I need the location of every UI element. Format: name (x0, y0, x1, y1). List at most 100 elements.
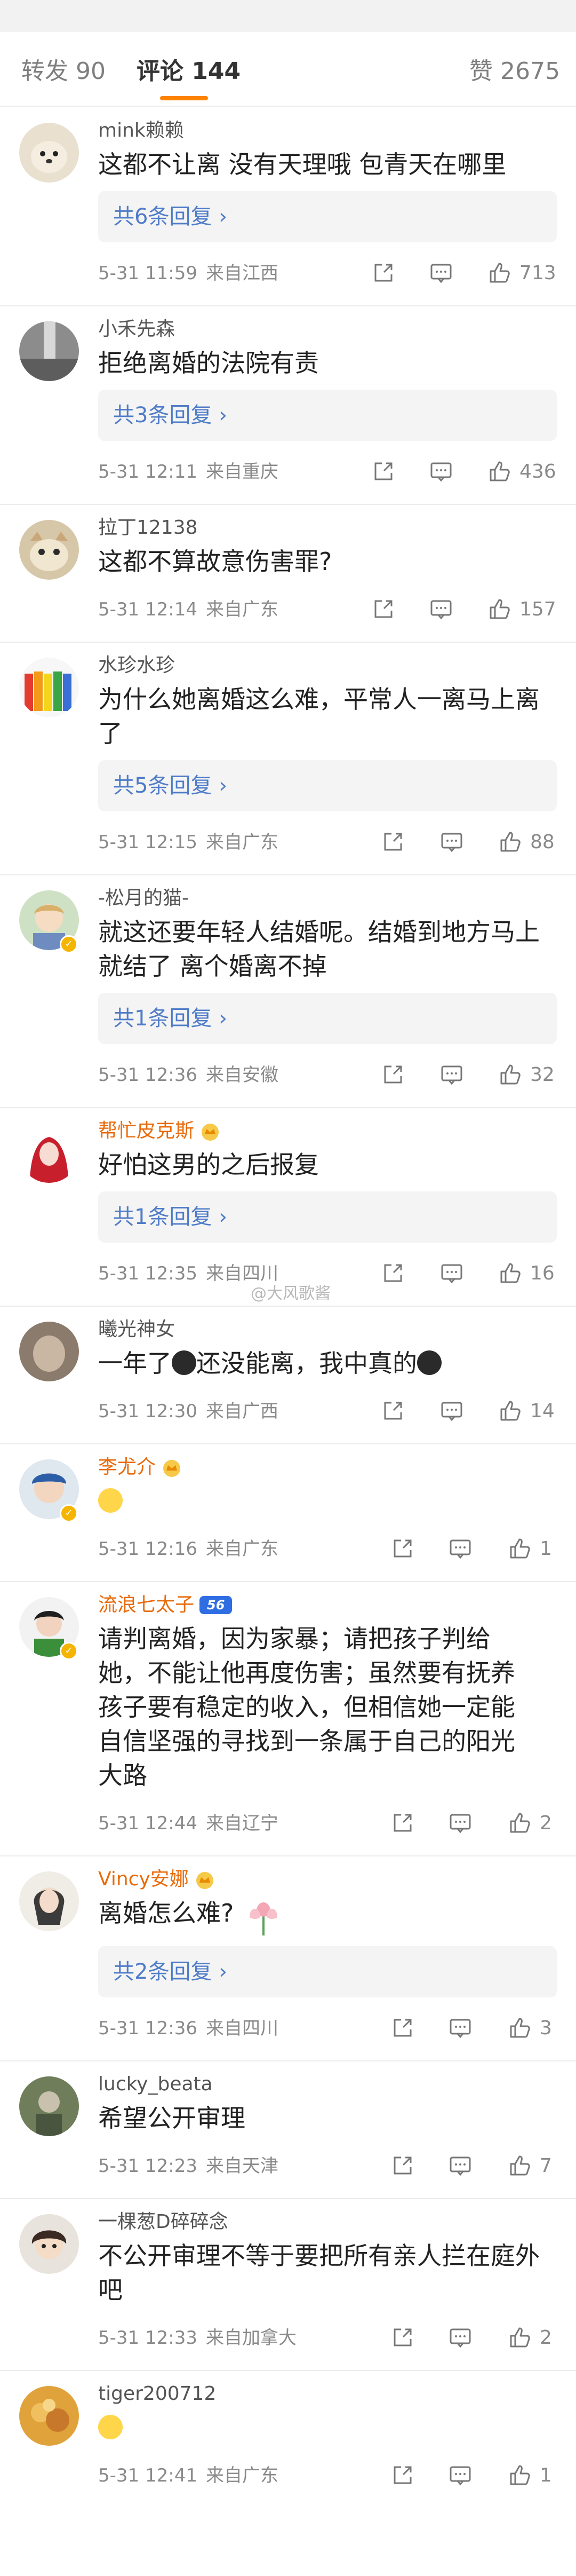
thumbs-up-icon[interactable] (498, 1398, 523, 1424)
username[interactable]: mink赖赖 (98, 117, 557, 144)
view-replies-button[interactable]: 共1条回复 › (98, 1191, 557, 1243)
comment-icon[interactable] (439, 829, 464, 855)
like-count: 713 (519, 262, 556, 284)
comment-location: 来自安徽 (205, 1064, 278, 1086)
comment-text: 一年了 还没能离，我中真的 (98, 1346, 557, 1380)
like-count: 436 (519, 461, 556, 483)
comment-meta: 5-31 12:14 来自广东 157 (98, 582, 557, 637)
avatar[interactable] (19, 520, 79, 580)
comment-icon[interactable] (448, 2325, 473, 2351)
thumbs-up-icon[interactable] (498, 1062, 523, 1088)
username[interactable]: 帮忙皮克斯 (98, 1118, 557, 1144)
thumbs-up-icon[interactable] (508, 2325, 532, 2351)
comment-item: ✓ -松月的猫- 就这还要年轻人结婚呢。结婚到地方马上就结了 离个婚离不掉 共1… (0, 875, 576, 1108)
comment-location: 来自重庆 (205, 461, 278, 483)
view-replies-button[interactable]: 共1条回复 › (98, 993, 557, 1044)
share-icon[interactable] (390, 1811, 415, 1836)
comment-meta: 5-31 12:30 来自广西 14 (98, 1384, 557, 1439)
avatar[interactable] (19, 321, 79, 381)
comment-icon[interactable] (439, 1062, 464, 1088)
username[interactable]: tiger200712 (98, 2381, 557, 2407)
comment-text: 希望公开审理 (98, 2104, 245, 2132)
view-replies-button[interactable]: 共2条回复 › (98, 1946, 557, 1997)
share-icon[interactable] (390, 2153, 415, 2179)
thumbs-up-icon[interactable] (487, 260, 512, 286)
comment-icon[interactable] (448, 1536, 473, 1562)
share-icon[interactable] (381, 1261, 405, 1286)
comment-icon[interactable] (439, 1398, 464, 1424)
tab-comments[interactable]: 评论 144 (137, 56, 241, 88)
avatar[interactable] (19, 1123, 79, 1183)
thumbs-up-icon[interactable] (487, 459, 512, 485)
avatar[interactable] (19, 1871, 79, 1931)
comment-meta: 5-31 12:16 来自广东 1 (98, 1521, 557, 1577)
share-icon[interactable] (390, 1536, 415, 1562)
avatar[interactable] (19, 1322, 79, 1381)
comment-date: 5-31 12:11 (98, 461, 197, 483)
like-count: 1 (540, 1538, 552, 1560)
username[interactable]: Vincy安娜 (98, 1866, 557, 1893)
comment-item: mink赖赖 这都不让离 没有天理哦 包青天在哪里 共6条回复 › 5-31 1… (0, 108, 576, 306)
avatar[interactable] (19, 123, 79, 183)
username[interactable]: 曦光神女 (98, 1316, 557, 1343)
comment-icon[interactable] (448, 2016, 473, 2041)
share-icon[interactable] (390, 2463, 415, 2488)
comment-icon[interactable] (448, 2153, 473, 2179)
view-replies-button[interactable]: 共5条回复 › (98, 760, 557, 811)
avatar[interactable] (19, 2076, 79, 2136)
thumbs-up-icon[interactable] (498, 1261, 523, 1286)
comment-icon[interactable] (439, 1261, 464, 1286)
share-icon[interactable] (390, 2016, 415, 2041)
avatar[interactable] (19, 2386, 79, 2446)
thumbs-up-icon[interactable] (508, 1811, 532, 1836)
comment-icon[interactable] (429, 260, 453, 286)
share-icon[interactable] (371, 459, 396, 485)
comment-date: 5-31 12:33 (98, 2327, 197, 2349)
smile-emoji-icon (98, 2415, 123, 2439)
comment-icon[interactable] (429, 597, 453, 622)
share-icon[interactable] (371, 260, 396, 286)
share-icon[interactable] (371, 597, 396, 622)
comment-icon[interactable] (429, 459, 453, 485)
username[interactable]: 水珍水珍 (98, 652, 557, 679)
share-icon[interactable] (381, 829, 405, 855)
comment-icon[interactable] (448, 2463, 473, 2488)
like-count: 2 (540, 1812, 552, 1834)
comment-location: 来自天津 (205, 2155, 278, 2177)
tab-likes[interactable]: 赞 2675 (469, 56, 560, 88)
avatar[interactable] (19, 658, 79, 717)
share-icon[interactable] (381, 1398, 405, 1424)
comment-location: 来自四川 (205, 2018, 278, 2039)
comment-meta: 5-31 12:23 来自天津 7 (98, 2138, 557, 2194)
tab-repost[interactable]: 转发 90 (21, 56, 106, 88)
avatar[interactable] (19, 2214, 79, 2274)
thumbs-up-icon[interactable] (508, 2153, 532, 2179)
share-icon[interactable] (381, 1062, 405, 1088)
thumbs-up-icon[interactable] (508, 2016, 532, 2041)
comment-location: 来自广东 (205, 1538, 278, 1560)
username[interactable]: -松月的猫- (98, 885, 557, 912)
comment-text-part: 还没能离，我中真的 (196, 1349, 417, 1378)
username[interactable]: 一棵葱D碎碎念 (98, 2209, 557, 2235)
comment-text (98, 1484, 557, 1518)
view-replies-button[interactable]: 共3条回复 › (98, 390, 557, 441)
comment-icon[interactable] (448, 1811, 473, 1836)
comment-text: 就这还要年轻人结婚呢。结婚到地方马上就结了 离个婚离不掉 (98, 918, 540, 981)
comment-meta: 5-31 12:36 来自四川 3 (98, 2001, 557, 2056)
username[interactable]: 拉丁12138 (98, 515, 557, 541)
view-replies-button[interactable]: 共6条回复 › (98, 191, 557, 242)
username[interactable]: 李尤介 (98, 1454, 557, 1481)
thumbs-up-icon[interactable] (498, 829, 523, 855)
comment-meta: 5-31 12:44 来自辽宁 2 (98, 1796, 557, 1851)
username[interactable]: lucky_beata (98, 2071, 557, 2098)
username[interactable]: 小禾先森 (98, 316, 557, 343)
username[interactable]: 流浪七太子 56 (98, 1592, 557, 1618)
thumbs-up-icon[interactable] (508, 2463, 532, 2488)
comment-item: ✓ 流浪七太子 56 请判离婚，因为家暴；请把孩子判给她，不能让他再度伤害；虽然要… (0, 1582, 576, 1856)
share-icon[interactable] (390, 2325, 415, 2351)
tab-bar: 转发 90 评论 144 赞 2675 (0, 32, 576, 107)
active-tab-indicator (160, 96, 208, 100)
thumbs-up-icon[interactable] (508, 1536, 532, 1562)
comment-item: 拉丁12138 这都不算故意伤害罪? 5-31 12:14 来自广东 157 (0, 505, 576, 643)
thumbs-up-icon[interactable] (487, 597, 512, 622)
